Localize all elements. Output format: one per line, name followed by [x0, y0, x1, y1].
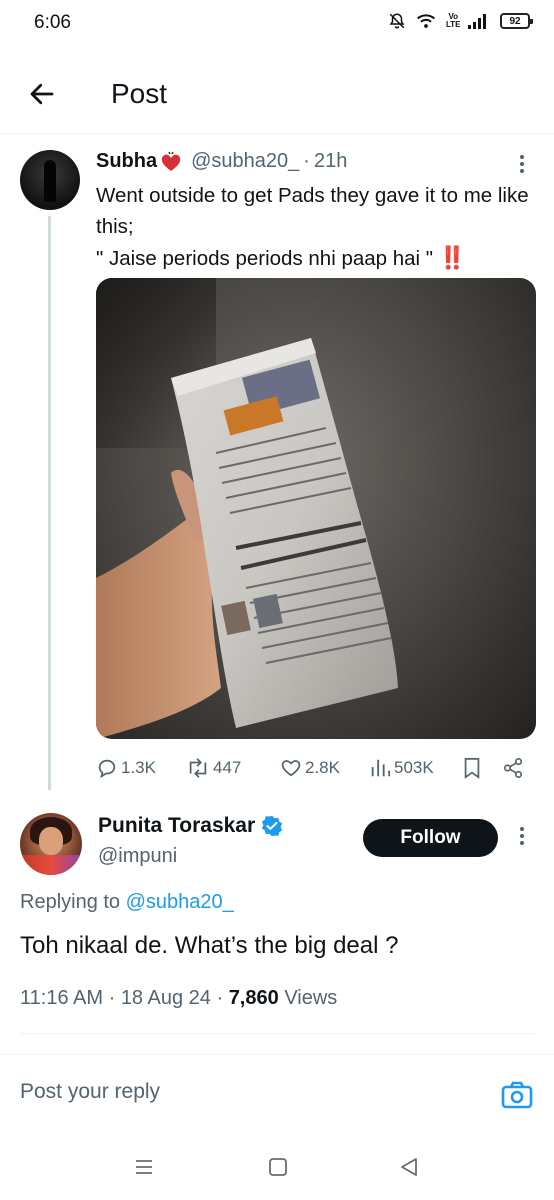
views-count[interactable]: 7,860 [229, 987, 279, 1009]
home-square-icon [269, 1158, 287, 1176]
status-time: 6:06 [34, 12, 71, 33]
more-options-button[interactable] [512, 824, 532, 848]
camera-icon [501, 1081, 533, 1109]
bookmark-button[interactable] [462, 754, 482, 782]
double-exclamation-emoji: ‼️ [438, 245, 467, 270]
post-header: Subha @subha20_ · 21h [96, 150, 347, 173]
post-date: 18 Aug 24 [120, 987, 211, 1009]
verified-badge-icon [262, 815, 283, 837]
volte-indicator: Vo LTE [446, 12, 461, 29]
views-count: 503K [394, 758, 434, 777]
anatomical-heart-icon [161, 151, 181, 171]
thread-connector [48, 216, 51, 790]
vertical-dots-icon [520, 155, 524, 173]
separator: · [303, 150, 310, 172]
post-image[interactable] [96, 278, 536, 739]
wifi-icon [416, 13, 436, 29]
like-action[interactable]: 2.8K [280, 754, 340, 782]
home-button[interactable] [268, 1157, 288, 1177]
author-name-row: Punita Toraskar [98, 814, 283, 838]
views-bar-chart-icon [371, 759, 391, 777]
menu-lines-icon [136, 1160, 152, 1174]
repost-action[interactable]: 447 [186, 754, 241, 782]
mute-bell-icon [388, 12, 406, 30]
status-icons: Vo LTE 92 [388, 12, 533, 30]
divider [0, 1054, 554, 1055]
header-divider [0, 133, 554, 134]
replying-to: Replying to @subha20_ [20, 891, 234, 914]
page-title: Post [111, 78, 168, 109]
repost-icon [189, 758, 207, 778]
replying-handle-link[interactable]: @subha20_ [126, 891, 234, 913]
views-action[interactable]: 503K [369, 754, 434, 782]
repost-count: 447 [213, 758, 242, 777]
more-options-button[interactable] [512, 152, 532, 176]
vertical-dots-icon [520, 827, 524, 845]
signal-icon [468, 13, 490, 29]
author-handle[interactable]: @subha20_ [191, 150, 299, 173]
back-triangle-icon [401, 1158, 417, 1176]
reply-action[interactable]: 1.3K [96, 754, 156, 782]
system-back-button[interactable] [398, 1156, 420, 1178]
author-name[interactable]: Punita Toraskar [98, 814, 255, 838]
post-text: Toh nikaal de. What’s the big deal ? [20, 932, 399, 959]
avatar[interactable] [20, 813, 82, 875]
post-time[interactable]: 21h [314, 150, 347, 173]
post-text-line2: " Jaise periods periods nhi paap hai " ‼… [96, 242, 536, 274]
heart-icon [281, 760, 301, 777]
status-bar: 6:06 Vo LTE 92 [0, 0, 554, 48]
newspaper-wrapped-package-image [96, 338, 398, 739]
system-nav-bar [0, 1140, 554, 1200]
reply-count: 1.3K [121, 758, 156, 777]
share-icon [503, 758, 523, 778]
bookmark-icon [464, 757, 480, 779]
author-name[interactable]: Subha [96, 150, 157, 173]
post-time: 11:16 AM [20, 987, 104, 1009]
post-text-line1: Went outside to get Pads they gave it to… [96, 184, 529, 238]
arrow-left-icon [30, 83, 54, 105]
share-button[interactable] [502, 754, 524, 782]
replying-prefix: Replying to [20, 891, 121, 913]
post-quote: " Jaise periods periods nhi paap hai " [96, 247, 434, 270]
post-actions: 1.3K 447 2.8K 503K [96, 754, 536, 782]
avatar[interactable] [20, 150, 80, 210]
like-count: 2.8K [305, 758, 340, 777]
author-handle[interactable]: @impuni [98, 845, 177, 868]
follow-button[interactable]: Follow [363, 819, 498, 857]
recent-apps-button[interactable] [134, 1157, 154, 1177]
back-button[interactable] [24, 76, 60, 112]
header: Post [0, 64, 554, 124]
camera-button[interactable] [501, 1079, 533, 1111]
post-text: Went outside to get Pads they gave it to… [96, 180, 536, 274]
battery-indicator: 92 [500, 13, 533, 29]
views-label: Views [284, 987, 338, 1009]
post-meta: 11:16 AM · 18 Aug 24 · 7,860 Views [20, 987, 338, 1009]
divider [20, 1033, 536, 1034]
reply-input[interactable] [20, 1080, 480, 1104]
reply-icon [98, 759, 116, 779]
